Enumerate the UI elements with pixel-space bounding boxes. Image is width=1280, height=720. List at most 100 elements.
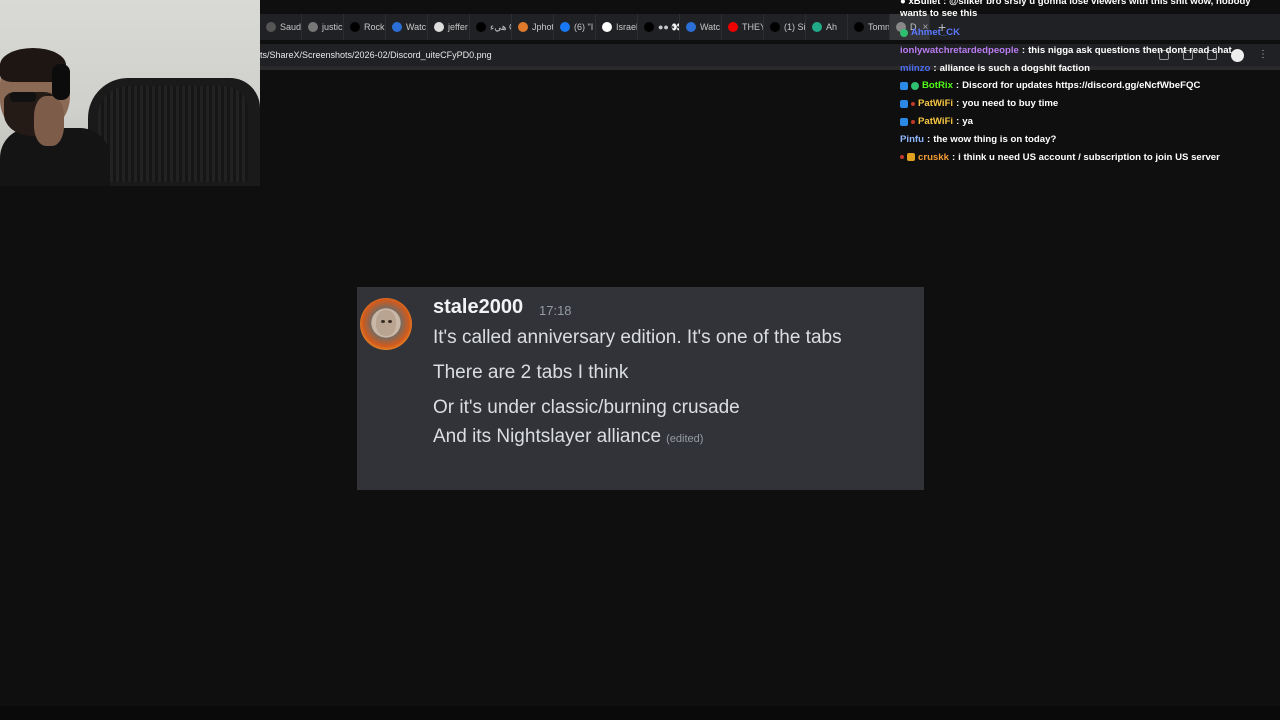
browser-tab[interactable]: (6) "I [554,14,596,40]
chat-separator: : [956,115,960,127]
x-icon [770,22,780,32]
chair-mesh [98,86,248,182]
browser-tab[interactable]: (1) Si [764,14,806,40]
avatar-eye [381,320,385,323]
chat-text: alliance is such a dogshit faction [939,62,1090,74]
message-line: Or it's under classic/burning crusade [433,397,740,418]
tab-label: Israel [616,22,638,32]
chat-text: you need to buy time [962,98,1059,110]
message-line-text: And its Nightslayer alliance [433,426,662,447]
chat-username[interactable]: PatWiFi [918,95,953,113]
message-line-last: And its Nightslayer alliance (edited) [433,426,703,448]
browser-tab[interactable]: ●● 👀 [638,14,680,40]
chat-username[interactable]: Ahmet_CK [911,24,960,42]
chat-username[interactable]: ionlywatchretardedpeople [900,42,1019,60]
browser-tab[interactable]: Jphot [512,14,554,40]
chat-separator: : [955,80,960,92]
chat-username[interactable]: PatWiFi [918,113,953,131]
site-icon [308,22,318,32]
tab-label: Jphot [532,22,554,32]
x-icon [476,22,486,32]
chat-message: PatWiFi : you need to buy time [900,95,1280,113]
chat-message: miinzo : alliance is such a dogshit fact… [900,60,1280,78]
pinwheel-icon [518,22,528,32]
streamer-hand [34,96,64,146]
browser-tab[interactable]: jeffer [428,14,470,40]
chat-username[interactable]: BotRix [922,77,953,95]
browser-tab[interactable]: Tomn [848,14,890,40]
tab-label: (1) Si [784,22,806,32]
green-badge-icon [900,28,908,37]
chat-text: i think u need US account / subscription… [958,151,1220,163]
chat-username[interactable]: cruskk [918,149,949,167]
red-badge-icon [911,102,915,107]
chat-message: PatWiFi : ya [900,113,1280,131]
chat-separator: : [956,98,960,110]
message-timestamp: 17:18 [539,303,572,318]
webcam-overlay [0,0,260,186]
chat-username[interactable]: miinzo [900,60,930,78]
page-icon [266,22,276,32]
chat-text: ya [962,115,973,127]
chat-separator: : [933,62,937,74]
google-icon [434,22,444,32]
chat-text: this nigga ask questions then dont read … [1028,44,1232,56]
gold-badge-icon [907,153,915,162]
browser-tab[interactable]: Israel [596,14,638,40]
chat-text: Discord for updates https://discord.gg/e… [962,80,1201,92]
chat-message: Ahmet_CK [900,24,1280,42]
browser-tab[interactable]: THEY [722,14,764,40]
browser-tab[interactable]: Watc [680,14,722,40]
discord-message-card: stale2000 17:18 It's called anniversary … [357,287,924,490]
message-line: There are 2 tabs I think [433,362,629,383]
tab-label: (6) "I [574,22,594,32]
red-badge-icon [900,155,904,160]
wikipedia-icon [602,22,612,32]
tab-label: jeffer [448,22,468,32]
tab-label: justic [322,22,343,32]
tab-label: Watc [700,22,721,32]
tab-label: THEY [742,22,764,32]
tab-label: Rock [364,22,385,32]
browser-tab[interactable]: هيء C [470,14,512,40]
tab-label: هيء C [490,21,511,32]
chat-username[interactable]: Pinfu [900,131,924,149]
globe-icon [392,22,402,32]
facebook-icon [560,22,570,32]
youtube-icon [728,22,738,32]
blue-badge-icon [900,82,908,91]
browser-tab[interactable]: Ah [806,14,848,40]
globe-icon [686,22,696,32]
x-icon [854,22,864,32]
message-line: It's called anniversary edition. It's on… [433,327,842,348]
blue-badge-icon [900,117,908,126]
chat-partial-message: ● xBullet : @sliker bro srsly u gonna lo… [900,0,1251,19]
x-icon [644,22,654,32]
browser-tab[interactable]: justic [302,14,344,40]
avatar-face [376,310,396,336]
browser-tab[interactable]: Watc [386,14,428,40]
browser-tab[interactable]: Rock [344,14,386,40]
blue-badge-icon [900,100,908,109]
chat-separator: : [1021,44,1026,56]
stream-chat: Ahmet_CK ionlywatchretardedpeople : this … [900,24,1280,166]
x-icon [350,22,360,32]
message-username: stale2000 [433,296,524,318]
edited-label: (edited) [666,433,704,445]
chat-separator: : [951,151,956,163]
ai-icon [812,22,822,32]
microphone-icon [10,92,36,102]
browser-tab[interactable]: Saudi [260,14,302,40]
headphone-icon [52,64,70,100]
chat-message: Pinfu : the wow thing is on today? [900,131,1280,149]
bottom-bar [0,706,1280,720]
tab-label: Watc [406,22,427,32]
chat-message: BotRix : Discord for updates https://dis… [900,77,1280,95]
tab-label: Saudi [280,22,302,32]
green-badge-icon [911,82,919,91]
avatar-eye [388,320,392,323]
tab-label: Tomn [868,22,890,32]
chat-message: ionlywatchretardedpeople : this nigga as… [900,42,1280,60]
red-badge-icon [911,119,915,124]
tab-label: ●● 👀 [658,21,679,32]
